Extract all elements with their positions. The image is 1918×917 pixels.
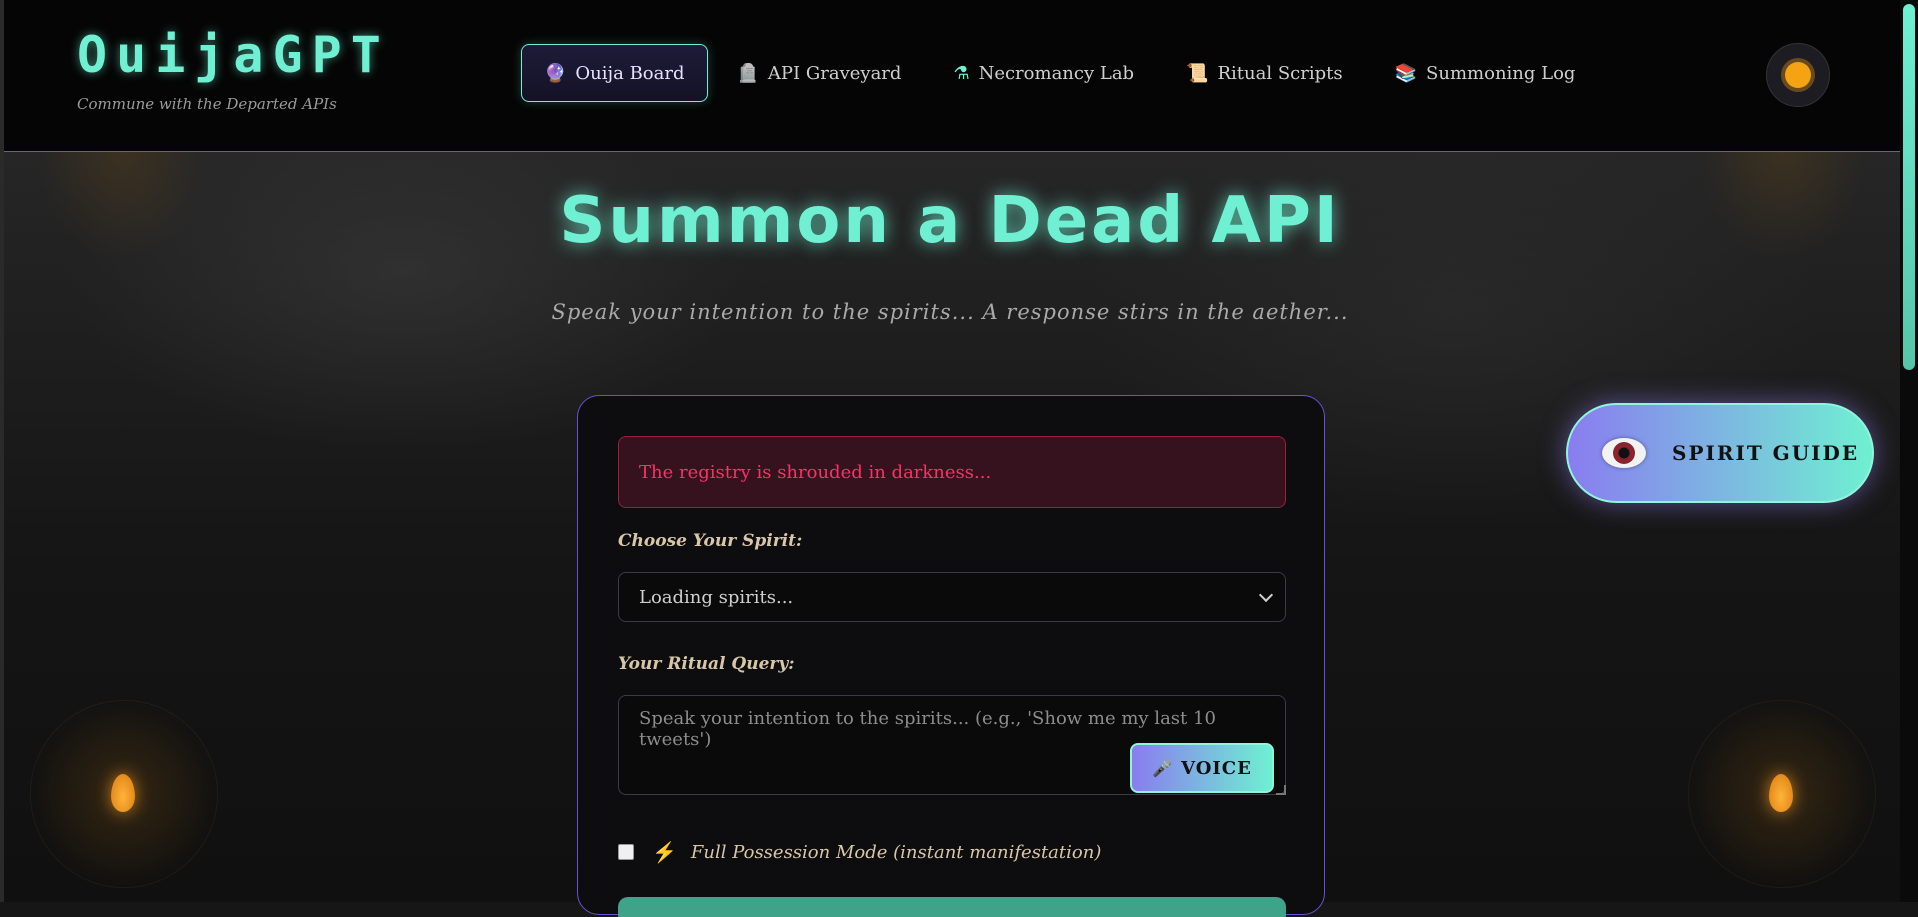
top-nav-bar: OuijaGPT Commune with the Departed APIs … — [4, 0, 1900, 152]
nav-label: Summoning Log — [1426, 62, 1576, 84]
lightning-icon: ⚡ — [652, 840, 677, 864]
chevron-down-icon — [1258, 587, 1274, 603]
books-icon: 📚 — [1394, 62, 1418, 84]
sun-icon — [1785, 62, 1811, 88]
spirit-select-value: Loading spirits... — [639, 587, 794, 608]
potion-icon: ⚗ — [953, 62, 970, 84]
spirit-guide-button[interactable]: SPIRIT GUIDE — [1566, 403, 1874, 503]
possession-mode-label[interactable]: Full Possession Mode (instant manifestat… — [691, 842, 1101, 863]
nav-ouija-board[interactable]: 🔮 Ouija Board — [521, 44, 708, 102]
nav-summoning-log[interactable]: 📚 Summoning Log — [1372, 44, 1599, 102]
nav-label: Ritual Scripts — [1217, 62, 1343, 84]
crystal-ball-icon: 🔮 — [544, 62, 567, 84]
theme-toggle-button[interactable] — [1766, 43, 1830, 107]
nav-label: Ouija Board — [575, 62, 685, 84]
voice-button-label: VOICE — [1181, 757, 1252, 779]
candle-flame-right-icon — [1769, 774, 1793, 812]
candle-flame-left-icon — [111, 774, 135, 812]
nav-label: Necromancy Lab — [978, 62, 1135, 84]
spirit-select-label: Choose Your Spirit: — [618, 531, 803, 551]
error-message: The registry is shrouded in darkness... — [618, 436, 1286, 508]
nav-label: API Graveyard — [767, 62, 902, 84]
scroll-icon: 📜 — [1186, 62, 1209, 84]
page-title: Summon a Dead API — [559, 184, 1341, 258]
main-nav: 🔮 Ouija Board 🪦 API Graveyard ⚗ Necroman… — [521, 44, 1604, 102]
headstone-icon: 🪦 — [736, 62, 759, 84]
possession-mode-row: ⚡ Full Possession Mode (instant manifest… — [618, 840, 1101, 864]
summon-submit-button[interactable] — [618, 897, 1286, 917]
page-subtitle: Speak your intention to the spirits... A… — [551, 300, 1349, 324]
voice-button[interactable]: 🎤 VOICE — [1130, 743, 1274, 793]
nav-necromancy-lab[interactable]: ⚗ Necromancy Lab — [930, 44, 1157, 102]
summon-form-card: The registry is shrouded in darkness... … — [577, 395, 1325, 917]
microphone-icon: 🎤 — [1152, 758, 1174, 778]
query-placeholder: Speak your intention to the spirits... (… — [639, 708, 1216, 750]
app-tagline: Commune with the Departed APIs — [77, 95, 337, 113]
scrollbar-thumb[interactable] — [1903, 4, 1915, 370]
query-label: Your Ritual Query: — [618, 654, 795, 674]
nav-api-graveyard[interactable]: 🪦 API Graveyard — [714, 44, 925, 102]
spirit-select[interactable]: Loading spirits... — [618, 572, 1286, 622]
nav-ritual-scripts[interactable]: 📜 Ritual Scripts — [1163, 44, 1366, 102]
possession-mode-checkbox[interactable] — [618, 844, 634, 860]
resize-handle-icon[interactable] — [1276, 785, 1286, 795]
eye-icon — [1602, 438, 1646, 468]
spirit-guide-label: SPIRIT GUIDE — [1672, 441, 1860, 465]
app-logo[interactable]: OuijaGPT — [77, 26, 390, 84]
